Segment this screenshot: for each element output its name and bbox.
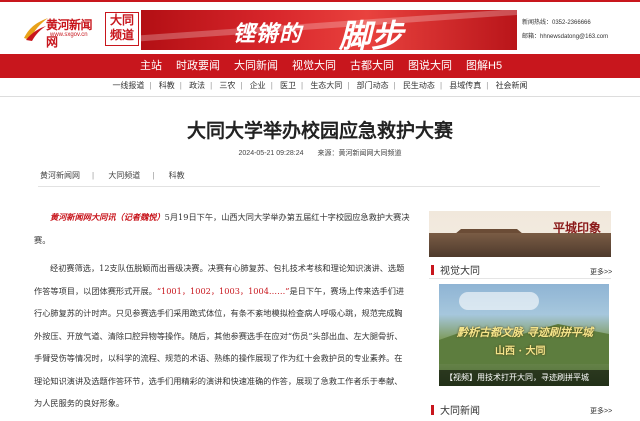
email: 邮箱：hhnewsdatong@163.com xyxy=(522,34,609,40)
section-bar-icon xyxy=(431,265,434,275)
article-lead: 黄河新闻网大同讯（记者魏悦） xyxy=(50,212,165,222)
nav-photo-datong[interactable]: 图说大同 xyxy=(408,54,452,78)
breadcrumb-home[interactable]: 黄河新闻网 xyxy=(40,171,80,180)
article-paragraph: 黄河新闻网大同讯（记者魏悦）5月19日下午，山西大同大学举办第五届红十字校园应急… xyxy=(34,212,410,245)
article-meta: 2024-05-21 09:28:24 来源：黄河新闻网大同频道 xyxy=(0,148,640,158)
subnav-item[interactable]: 政法 xyxy=(189,81,205,90)
breadcrumb-category[interactable]: 科教 xyxy=(169,171,185,180)
article-title: 大同大学举办校园应急救护大赛 xyxy=(186,121,453,142)
channel-badge[interactable]: 大同 频道 xyxy=(105,12,139,46)
section-title-visual: 视觉大同 xyxy=(431,262,480,277)
article-source: 来源：黄河新闻网大同频道 xyxy=(317,150,402,157)
subnav-item[interactable]: 科教 xyxy=(159,81,175,90)
site-logo[interactable]: 黄河新闻网 www.sxgov.cn xyxy=(22,10,102,49)
divider xyxy=(38,186,600,187)
nav-home[interactable]: 主站 xyxy=(140,54,162,78)
banner-text-2: 脚步 xyxy=(339,17,404,50)
photo-title-2: 山西 · 大同 xyxy=(495,346,546,357)
subnav-item[interactable]: 县域传真 xyxy=(449,81,481,90)
logo-url: www.sxgov.cn xyxy=(50,32,88,38)
nav-h5[interactable]: 图解H5 xyxy=(466,54,502,78)
subnav-item[interactable]: 三农 xyxy=(219,81,235,90)
subnav-item[interactable]: 一线报道 xyxy=(112,81,144,90)
nav-datong-news[interactable]: 大同新闻 xyxy=(234,54,278,78)
divider xyxy=(429,278,611,279)
breadcrumb: 黄河新闻网 | 大同频道 | 科教 xyxy=(40,171,185,180)
nav-politics[interactable]: 时政要闻 xyxy=(176,54,220,78)
sidebar-banner-image[interactable]: 平城印象 xyxy=(429,211,611,257)
subnav-item[interactable]: 部门动态 xyxy=(357,81,389,90)
more-link[interactable]: 更多>> xyxy=(590,406,612,416)
channel-line1: 大同 xyxy=(109,13,134,27)
header-banner[interactable]: 铿锵的 脚步 xyxy=(141,10,517,50)
banner-text-1: 铿锵的 xyxy=(233,21,303,47)
more-link[interactable]: 更多>> xyxy=(590,267,612,277)
main-nav: 主站 时政要闻 大同新闻 视觉大同 古都大同 图说大同 图解H5 xyxy=(0,54,640,78)
divider xyxy=(0,96,640,97)
photo-caption[interactable]: 【视频】用技术打开大同，寻迹刷拼平城 xyxy=(439,370,609,386)
hotline: 新闻热线：0352-2366666 xyxy=(522,20,591,26)
section-title-news: 大同新闻 xyxy=(431,402,480,417)
sidebar-banner-text: 平城印象 xyxy=(552,221,601,235)
subnav-item[interactable]: 生态大同 xyxy=(310,81,342,90)
article-datetime: 2024-05-21 09:28:24 xyxy=(238,150,304,157)
article-body: 黄河新闻网大同讯（记者魏悦）5月19日下午，山西大同大学举办第五届红十字校园应急… xyxy=(34,206,410,421)
section-bar-icon xyxy=(431,405,434,415)
subnav-item[interactable]: 社会新闻 xyxy=(496,81,528,90)
channel-line2: 频道 xyxy=(109,28,134,42)
site-header: 黄河新闻网 www.sxgov.cn 大同 频道 铿锵的 脚步 新闻热线：035… xyxy=(0,2,640,54)
subnav-item[interactable]: 医卫 xyxy=(280,81,296,90)
subnav-item[interactable]: 企业 xyxy=(250,81,266,90)
breadcrumb-channel[interactable]: 大同频道 xyxy=(108,171,140,180)
photo-title-1: 黔析古都文脉 寻迹刷拼平城 xyxy=(457,326,593,339)
sub-nav: 一线报道 | 科教 | 政法 | 三农 | 企业 | 医卫 | 生态大同 | 部门动态 | 民生… xyxy=(112,81,528,90)
subnav-item[interactable]: 民生动态 xyxy=(403,81,435,90)
nav-visual-datong[interactable]: 视觉大同 xyxy=(292,54,336,78)
banner-streak xyxy=(141,10,517,43)
nav-ancient-capital[interactable]: 古都大同 xyxy=(350,54,394,78)
article-paragraph: 经初赛筛选，12支队伍脱颖而出晋级决赛。决赛有心肺复苏、包扎技术考核和理论知识演… xyxy=(34,263,405,408)
contact-info: 新闻热线：0352-2366666 邮箱：hhnewsdatong@163.co… xyxy=(522,16,608,44)
sidebar-photo[interactable]: 黔析古都文脉 寻迹刷拼平城 山西 · 大同 【视频】用技术打开大同，寻迹刷拼平城 xyxy=(439,284,609,386)
